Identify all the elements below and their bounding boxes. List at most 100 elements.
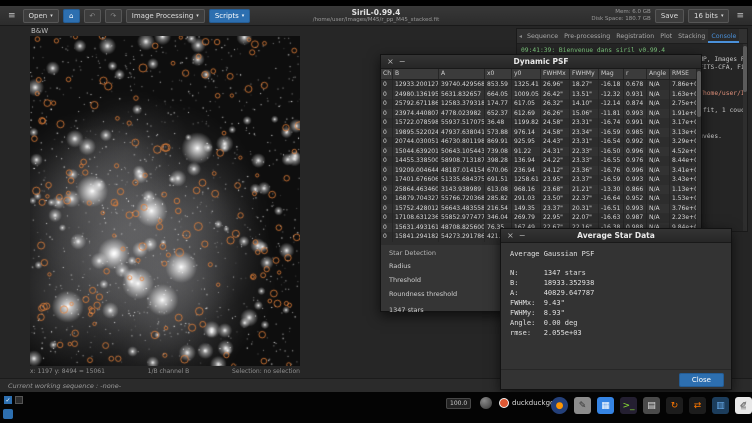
scripts-button[interactable]: Scripts ▾: [209, 9, 250, 23]
psf-column-rmse[interactable]: RMSE: [670, 69, 697, 79]
avg-line: FWHMy: 8.93": [510, 308, 722, 318]
files-icon[interactable]: ▤: [643, 397, 660, 414]
avg-line: Angle: 0.00 deg: [510, 318, 722, 328]
psf-header-row: ChBAx0y0FWHMxFWHMyMagrAngleRMSE: [381, 69, 701, 80]
psf-table-body: 012933.20012739740.429568853.591325.4126…: [381, 80, 701, 242]
bit-depth-label: 16 bits: [694, 12, 718, 20]
transfer-icon[interactable]: ⇄: [689, 397, 706, 414]
chevron-down-icon: ▾: [196, 13, 199, 19]
psf-column-r[interactable]: r: [624, 69, 647, 79]
tab-stacking[interactable]: Stacking: [675, 29, 708, 43]
channel-info: 1/B channel B: [148, 368, 190, 375]
working-sequence-label: Current working sequence : -none-: [8, 382, 121, 390]
disk-label: Disk Space: 180.7 GB: [591, 16, 650, 23]
gimp-icon[interactable]: ✎: [574, 397, 591, 414]
psf-row[interactable]: 025864.4634603143.938989613.08968.1623.6…: [381, 185, 701, 195]
avg-lines: N: 1347 starsB: 18933.352938A: 40829.647…: [510, 268, 722, 338]
console-tabs: ◂SequencePre-processingRegistrationPlotS…: [517, 29, 747, 44]
close-icon[interactable]: ×: [507, 229, 514, 242]
tab-plot[interactable]: Plot: [657, 29, 675, 43]
avg-body: Average Gaussian PSF N: 1347 starsB: 189…: [501, 243, 731, 369]
file-path: /home/user/Images/M45/r_pp_M45_stacked.f…: [313, 17, 440, 24]
psf-column-b[interactable]: B: [393, 69, 439, 79]
close-button[interactable]: Close: [679, 373, 724, 387]
selection-info: Selection: no selection: [232, 368, 300, 375]
chevron-down-icon: ▾: [50, 13, 53, 19]
psf-table[interactable]: ChBAx0y0FWHMxFWHMyMagrAngleRMSE 012933.2…: [381, 69, 701, 245]
psf-row[interactable]: 012933.20012739740.429568853.591325.4126…: [381, 80, 701, 90]
psf-row[interactable]: 017108.63123655852.977477346.04269.7922.…: [381, 213, 701, 223]
collapse-panel-icon[interactable]: ◂: [517, 29, 524, 43]
taskbar-app-icon[interactable]: [3, 409, 13, 419]
layer-toggles: ✓: [4, 396, 23, 404]
console-scrollbar[interactable]: [743, 44, 747, 231]
sync-icon[interactable]: ↻: [666, 397, 683, 414]
tab-pre-processing[interactable]: Pre-processing: [561, 29, 613, 43]
cursor-coordinates: x: 1197 y: 8494 = 15061: [30, 368, 105, 375]
firefox-icon[interactable]: ●: [551, 397, 568, 414]
hamburger-icon[interactable]: ≡: [5, 7, 19, 25]
duckduckgo-launcher[interactable]: duckduckgo: [499, 398, 554, 408]
bit-depth-dropdown[interactable]: 16 bits ▾: [688, 9, 729, 23]
psf-row[interactable]: 019209.00464448187.014154670.06236.9424.…: [381, 166, 701, 176]
avg-heading: Average Gaussian PSF: [510, 249, 722, 259]
psf-row[interactable]: 017401.67660651335.684375691.511258.6123…: [381, 175, 701, 185]
psf-row[interactable]: 014455.33850058908.713187398.28136.9424.…: [381, 156, 701, 166]
psf-row[interactable]: 025792.67118612583.379318174.77617.0526.…: [381, 99, 701, 109]
psf-scrollbar[interactable]: [697, 69, 701, 245]
image-processing-label: Image Processing: [132, 12, 194, 20]
psf-column-mag[interactable]: Mag: [599, 69, 624, 79]
undo-button[interactable]: ↶: [84, 9, 101, 23]
scripts-label: Scripts: [215, 12, 239, 20]
avg-line: rmse: 2.055e+03: [510, 328, 722, 338]
avg-line: N: 1347 stars: [510, 268, 722, 278]
psf-row[interactable]: 015752.42801256643.483558216.54149.3523.…: [381, 204, 701, 214]
close-icon[interactable]: ×: [387, 55, 394, 68]
psf-column-ch[interactable]: Ch: [381, 69, 393, 79]
avg-line: A: 40829.647787: [510, 288, 722, 298]
psf-column-x0[interactable]: x0: [485, 69, 512, 79]
chart-icon[interactable]: ▥: [712, 397, 729, 414]
psf-column-y0[interactable]: y0: [512, 69, 541, 79]
terminal-icon[interactable]: >_: [620, 397, 637, 414]
minimize-icon[interactable]: −: [519, 229, 526, 242]
open-button[interactable]: Open ▾: [23, 9, 59, 23]
save-button[interactable]: Save: [655, 9, 684, 23]
duckduckgo-icon: [499, 398, 509, 408]
home-button[interactable]: ⌂: [63, 9, 80, 23]
psf-row[interactable]: 015044.63920150643.105443739.0891.2224.3…: [381, 147, 701, 157]
psf-column-angle[interactable]: Angle: [647, 69, 670, 79]
apps-grid-icon[interactable]: ▦: [597, 397, 614, 414]
app-menu-icon[interactable]: ≡: [733, 7, 747, 25]
taskbar-icons: ●✎▦>_▤↻⇄▥✐: [551, 397, 752, 414]
open-button-label: Open: [29, 12, 48, 20]
zoom-level[interactable]: 100.0: [446, 398, 471, 409]
psf-titlebar[interactable]: × − Dynamic PSF: [381, 55, 701, 69]
avg-window-title: Average Star Data: [501, 231, 731, 240]
average-star-data-window: × − Average Star Data Average Gaussian P…: [500, 228, 732, 390]
psf-row[interactable]: 015722.07859855937.51707536.481199.8224.…: [381, 118, 701, 128]
taskbar-menu-icon[interactable]: ≡: [740, 403, 747, 412]
minimize-icon[interactable]: −: [399, 55, 406, 68]
psf-row[interactable]: 024980.1361955631.832657664.051009.0526.…: [381, 90, 701, 100]
psf-column-fwhmy[interactable]: FWHMy: [570, 69, 599, 79]
psf-row[interactable]: 016879.70432755766.720368285.82291.0323.…: [381, 194, 701, 204]
image-processing-button[interactable]: Image Processing ▾: [126, 9, 205, 23]
psf-column-a[interactable]: A: [439, 69, 485, 79]
psf-row[interactable]: 023974.4408074778.023982652.37612.6926.2…: [381, 109, 701, 119]
avg-titlebar[interactable]: × − Average Star Data: [501, 229, 731, 243]
psf-column-fwhmx[interactable]: FWHMx: [541, 69, 570, 79]
psf-window-title: Dynamic PSF: [381, 57, 701, 66]
layer-checkbox-unchecked[interactable]: [15, 396, 23, 404]
tab-sequence[interactable]: Sequence: [524, 29, 561, 43]
psf-row[interactable]: 020744.03005146730.801198869.91925.9524.…: [381, 137, 701, 147]
tab-registration[interactable]: Registration: [613, 29, 657, 43]
psf-row[interactable]: 019895.52202447937.638041573.88976.1424.…: [381, 128, 701, 138]
channel-mode-label: B&W: [31, 27, 48, 35]
layer-checkbox-checked[interactable]: ✓: [4, 396, 12, 404]
memory-info: Mem: 6.0 GB Disk Space: 180.7 GB: [591, 9, 650, 22]
redo-button[interactable]: ↷: [105, 9, 122, 23]
slider-knob[interactable]: [480, 397, 492, 409]
image-viewport[interactable]: [30, 36, 300, 366]
tab-console[interactable]: Console: [708, 29, 739, 43]
